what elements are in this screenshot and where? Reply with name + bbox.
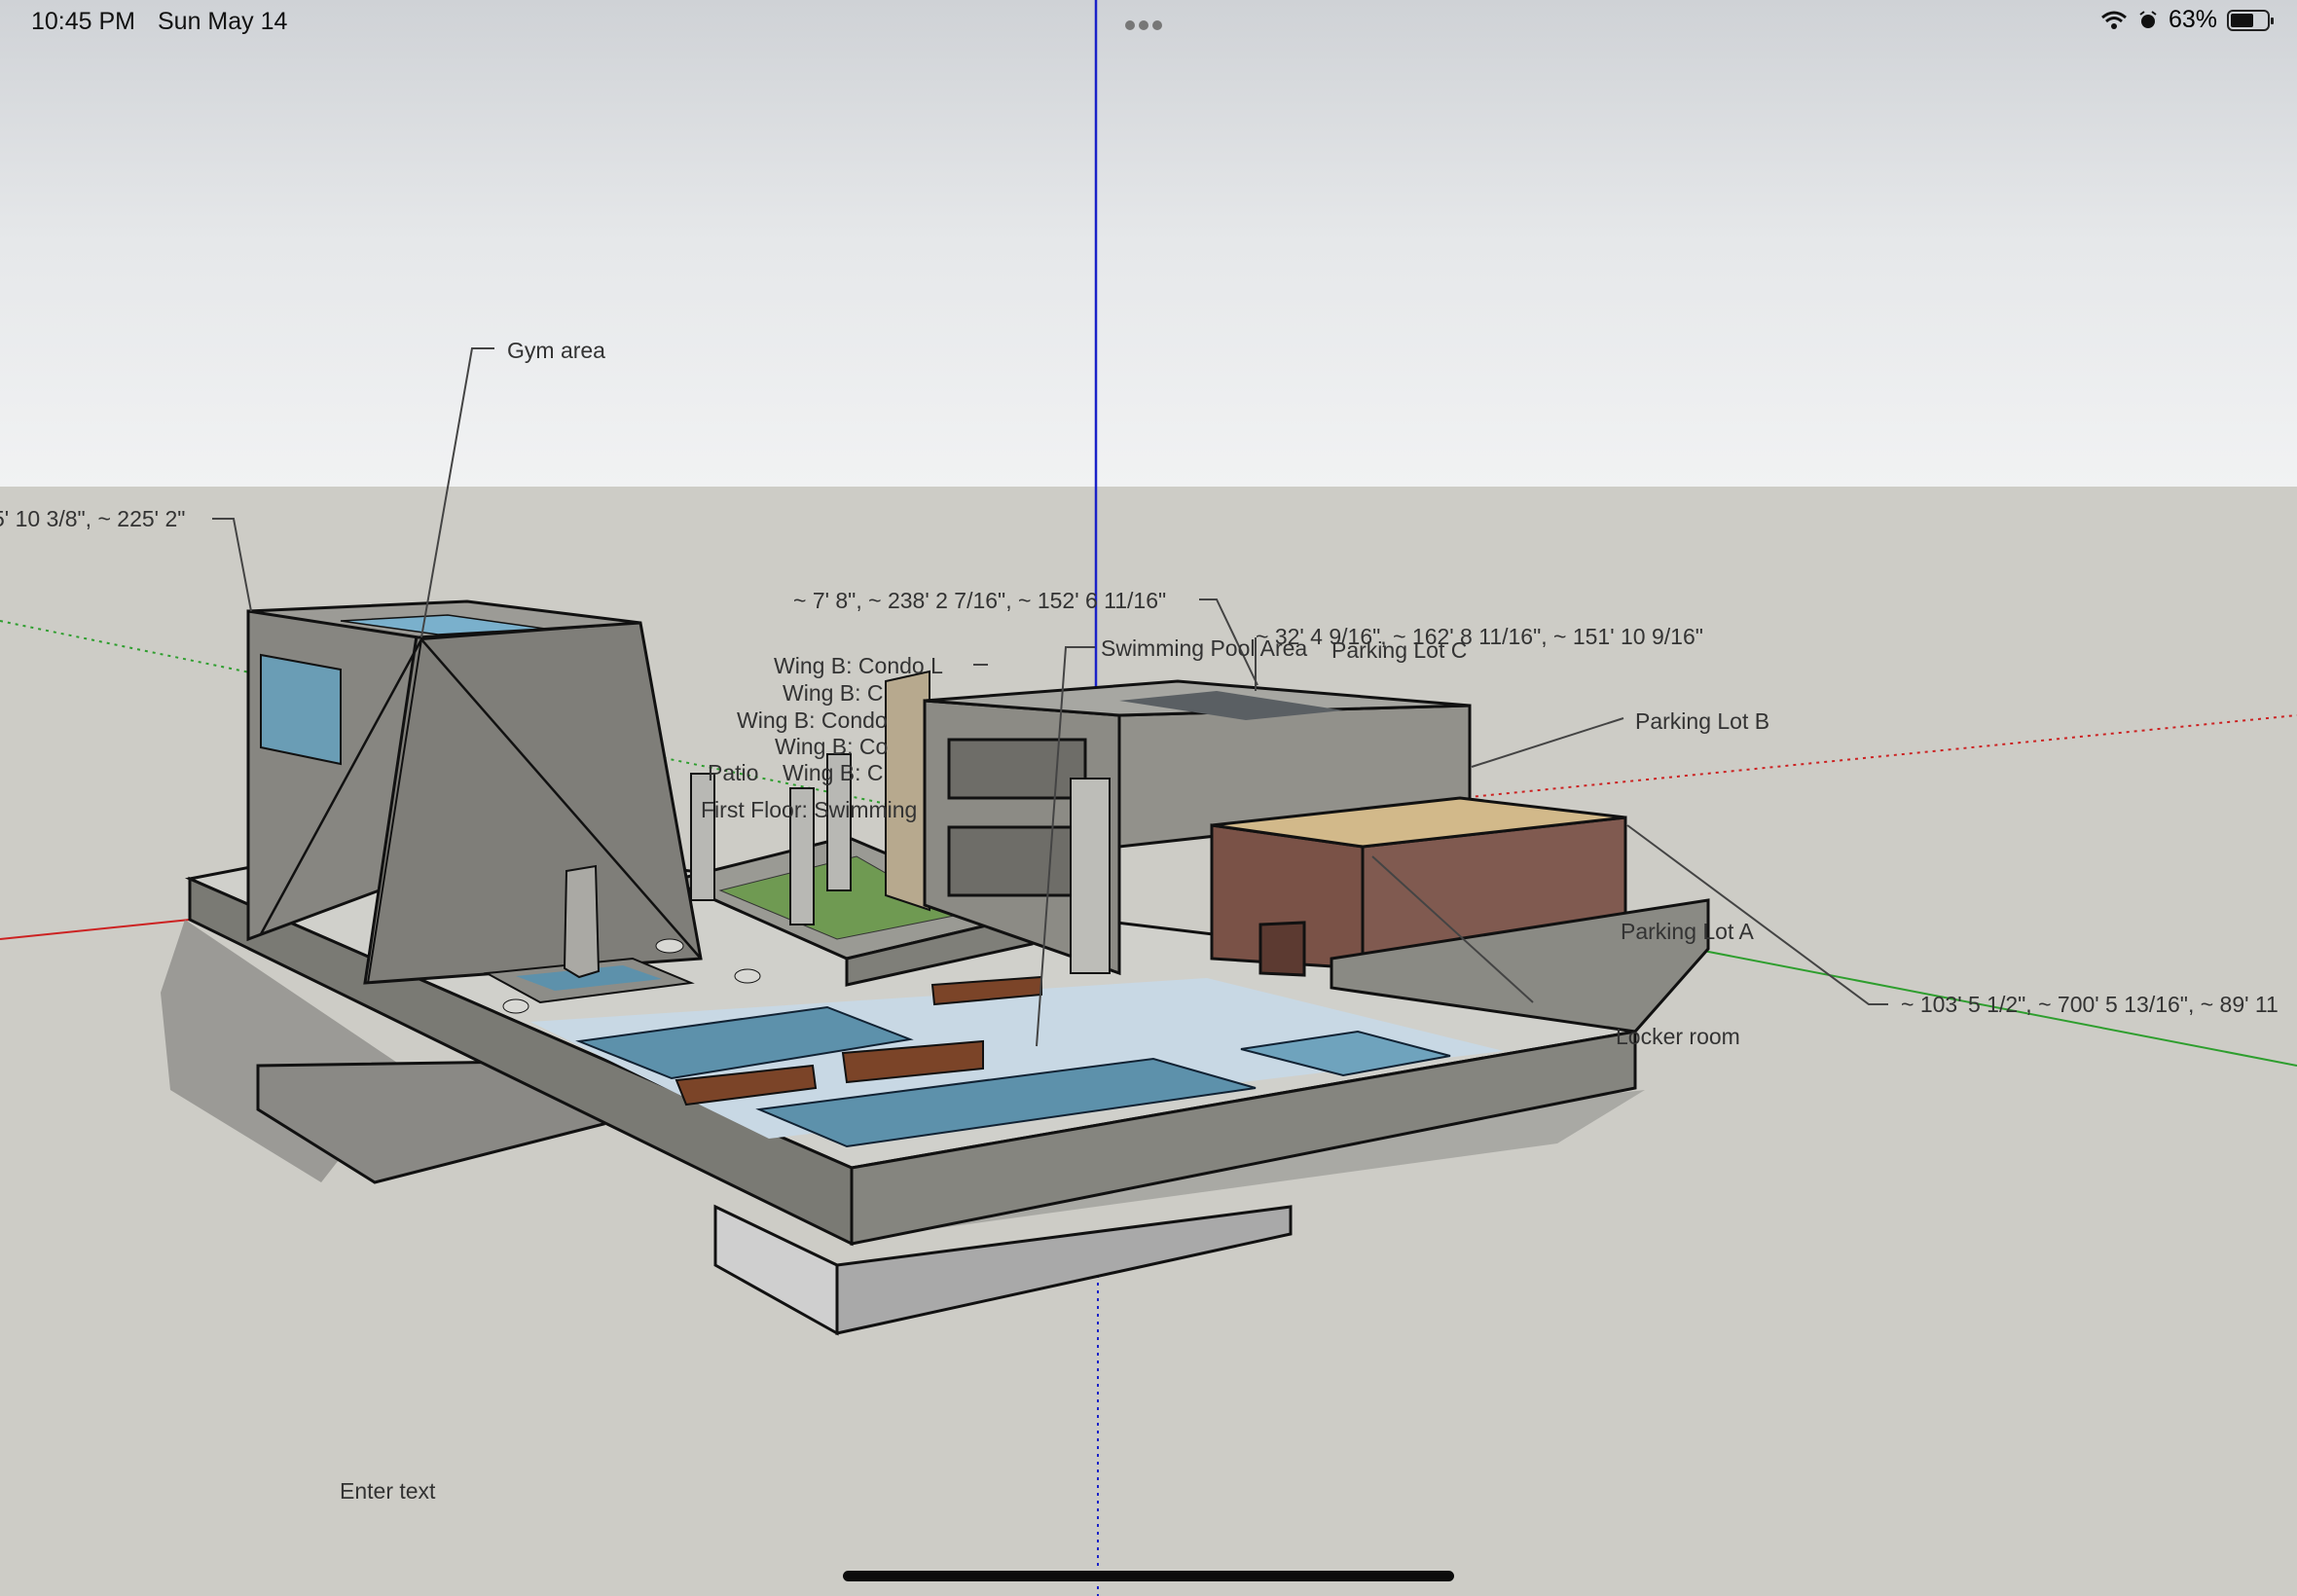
label-wing-b-2[interactable]: Wing B: C xyxy=(783,680,884,707)
label-coordinate-left[interactable]: 5' 10 3/8", ~ 225' 2" xyxy=(0,506,185,532)
wing-b-glass-facade xyxy=(885,670,930,912)
planter-3 xyxy=(502,998,529,1014)
column-1 xyxy=(690,773,715,901)
red-axis-dotted xyxy=(1459,714,2297,799)
status-time: 10:45 PM xyxy=(31,8,136,35)
planter-2 xyxy=(734,968,761,984)
label-wing-b-4[interactable]: Wing B: Co xyxy=(775,734,888,760)
battery-icon xyxy=(2227,9,2274,31)
label-coordinate-mid[interactable]: ~ 32' 4 9/16", ~ 162' 8 11/16", ~ 151' 1… xyxy=(1256,624,1703,650)
label-parking-lot-c[interactable]: Parking Lot C xyxy=(1331,637,1467,664)
label-patio[interactable]: Patio xyxy=(708,760,758,786)
label-first-floor[interactable]: First Floor: Swimming xyxy=(701,797,917,823)
label-enter-text[interactable]: Enter text xyxy=(340,1478,435,1505)
multitask-dots-icon[interactable] xyxy=(1125,18,1166,35)
status-date: Sun May 14 xyxy=(158,8,288,35)
home-indicator[interactable] xyxy=(843,1571,1454,1581)
label-wing-b-5[interactable]: Wing B: C xyxy=(783,760,884,786)
wing-b-window-2 xyxy=(947,825,1087,897)
locker-entrance xyxy=(1258,921,1306,977)
label-coordinate-top[interactable]: ~ 7' 8", ~ 238' 2 7/16", ~ 152' 6 11/16" xyxy=(793,588,1166,614)
gym-window xyxy=(260,653,342,766)
red-axis xyxy=(0,919,191,940)
label-coordinate-right[interactable]: ~ 103' 5 1/2", ~ 700' 5 13/16", ~ 89' 11 xyxy=(1901,992,2279,1018)
label-parking-lot-a[interactable]: Parking Lot A xyxy=(1621,919,1754,945)
status-indicators: 63% xyxy=(2100,6,2274,34)
wifi-icon xyxy=(2100,10,2128,31)
planter-1 xyxy=(655,938,684,954)
model-viewport[interactable] xyxy=(0,0,2297,1596)
alarm-icon xyxy=(2137,10,2159,31)
label-locker-room[interactable]: Locker room xyxy=(1616,1024,1740,1050)
label-wing-b-1[interactable]: Wing B: Condo L xyxy=(774,653,943,679)
battery-percent: 63% xyxy=(2168,6,2217,33)
label-gym-area[interactable]: Gym area xyxy=(507,338,605,364)
label-wing-b-3[interactable]: Wing B: Condo xyxy=(737,707,888,734)
fountain-sculpture xyxy=(563,864,601,979)
wing-b-window-1 xyxy=(947,738,1087,800)
column-4 xyxy=(1070,778,1111,974)
label-parking-lot-b[interactable]: Parking Lot B xyxy=(1635,708,1769,735)
